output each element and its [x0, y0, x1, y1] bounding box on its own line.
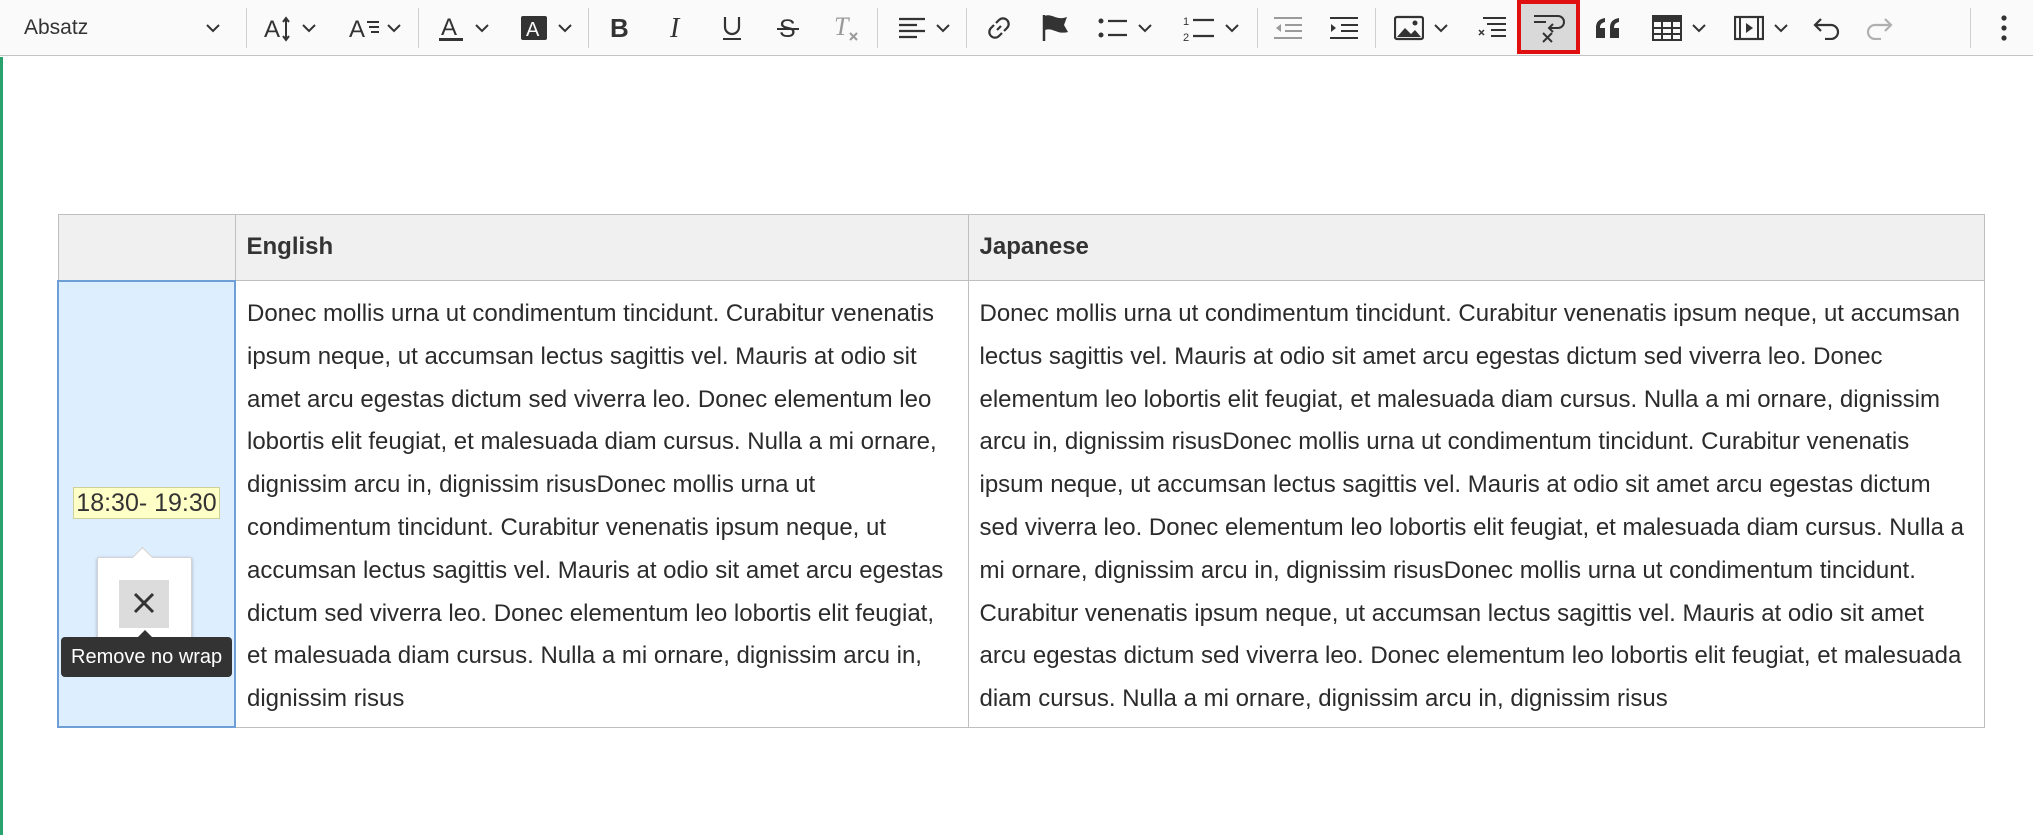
strikethrough-button[interactable]: S — [768, 0, 808, 56]
remove-format-icon: T — [832, 13, 860, 43]
highlight-frame — [1517, 0, 1580, 54]
bulleted-list-icon — [1098, 16, 1128, 40]
tooltip: Remove no wrap — [61, 637, 233, 677]
chevron-down-icon — [1138, 23, 1152, 33]
numbered-list-button[interactable]: 12 — [1176, 0, 1246, 56]
chevron-down-icon — [302, 23, 316, 33]
flag-icon — [1040, 13, 1070, 43]
remove-no-wrap-button[interactable] — [119, 580, 169, 628]
chevron-down-icon — [1225, 23, 1239, 33]
chevron-down-icon — [1434, 23, 1448, 33]
svg-text:A: A — [526, 19, 540, 41]
svg-text:A: A — [349, 16, 365, 43]
chevron-down-icon — [206, 23, 220, 33]
redo-button[interactable] — [1860, 0, 1900, 56]
text-part-language-button[interactable] — [1470, 0, 1514, 56]
bold-button[interactable]: B — [600, 0, 640, 56]
svg-text:A: A — [441, 14, 457, 41]
strikethrough-icon: S — [776, 14, 800, 42]
chevron-down-icon — [1692, 23, 1706, 33]
remove-format-button[interactable]: T — [826, 0, 866, 56]
bulleted-list-button[interactable] — [1092, 0, 1158, 56]
outdent-icon — [1273, 16, 1303, 40]
svg-text:T: T — [834, 13, 850, 41]
table-icon — [1652, 15, 1682, 41]
header-cell-empty[interactable] — [57, 214, 236, 281]
chevron-down-icon — [475, 23, 489, 33]
japanese-cell[interactable]: Donec mollis urna ut condimentum tincidu… — [967, 280, 1985, 728]
italic-icon: I — [666, 14, 686, 42]
align-left-icon — [898, 16, 926, 40]
background-color-button[interactable]: A — [512, 0, 580, 56]
outdent-button[interactable] — [1268, 0, 1308, 56]
chevron-down-icon — [387, 23, 401, 33]
indent-button[interactable] — [1324, 0, 1364, 56]
svg-text:B: B — [610, 14, 629, 42]
redo-icon — [1865, 16, 1895, 40]
numbered-list-icon: 12 — [1183, 13, 1215, 43]
time-text[interactable]: 18:30- 19:30 — [73, 487, 220, 520]
link-button[interactable] — [978, 0, 1020, 56]
close-icon — [132, 591, 156, 618]
font-color-icon: A — [437, 13, 465, 43]
font-color-button[interactable]: A — [428, 0, 498, 56]
table-row: 18:30- 19:30 Donec mollis urna ut condim… — [57, 279, 1985, 729]
image-icon — [1394, 15, 1424, 41]
header-cell-english[interactable]: English — [234, 214, 969, 281]
media-icon — [1734, 15, 1764, 41]
heading-dropdown-label: Absatz — [24, 16, 89, 39]
block-quote-button[interactable] — [1588, 0, 1628, 56]
font-family-button[interactable]: A — [342, 0, 408, 56]
english-cell[interactable]: Donec mollis urna ut condimentum tincidu… — [234, 280, 969, 728]
undo-icon — [1811, 16, 1841, 40]
insert-image-button[interactable] — [1386, 0, 1456, 56]
text-language-icon — [1477, 15, 1507, 41]
underline-button[interactable] — [712, 0, 752, 56]
content-table: English Japanese 18:30- 19:30 Donec moll… — [57, 214, 1985, 729]
header-cell-japanese[interactable]: Japanese — [967, 214, 1985, 281]
editor-toolbar: Absatz A A A A B I S T 1 2 — [0, 0, 2033, 56]
table-header-row: English Japanese — [57, 214, 1985, 281]
underline-icon — [720, 13, 744, 43]
svg-text:I: I — [669, 14, 681, 42]
indent-icon — [1329, 16, 1359, 40]
media-embed-button[interactable] — [1726, 0, 1796, 56]
bold-icon: B — [608, 14, 632, 42]
font-size-button[interactable]: A — [258, 0, 322, 56]
more-button[interactable] — [1986, 0, 2022, 56]
insert-table-button[interactable] — [1644, 0, 1714, 56]
font-family-icon: A — [349, 13, 381, 43]
alignment-button[interactable] — [888, 0, 960, 56]
background-color-icon: A — [520, 13, 548, 43]
svg-text:1: 1 — [1183, 16, 1189, 28]
more-vertical-icon — [2000, 14, 2008, 42]
undo-button[interactable] — [1806, 0, 1846, 56]
chevron-down-icon — [558, 23, 572, 33]
font-size-icon: A — [264, 13, 296, 43]
quote-icon — [1594, 16, 1622, 40]
link-icon — [985, 14, 1013, 42]
chevron-down-icon — [936, 23, 950, 33]
svg-text:A: A — [264, 16, 280, 43]
italic-button[interactable]: I — [656, 0, 696, 56]
chevron-down-icon — [1774, 23, 1788, 33]
svg-text:2: 2 — [1183, 32, 1189, 43]
heading-dropdown[interactable]: Absatz — [8, 0, 230, 56]
bookmark-button[interactable] — [1034, 0, 1076, 56]
